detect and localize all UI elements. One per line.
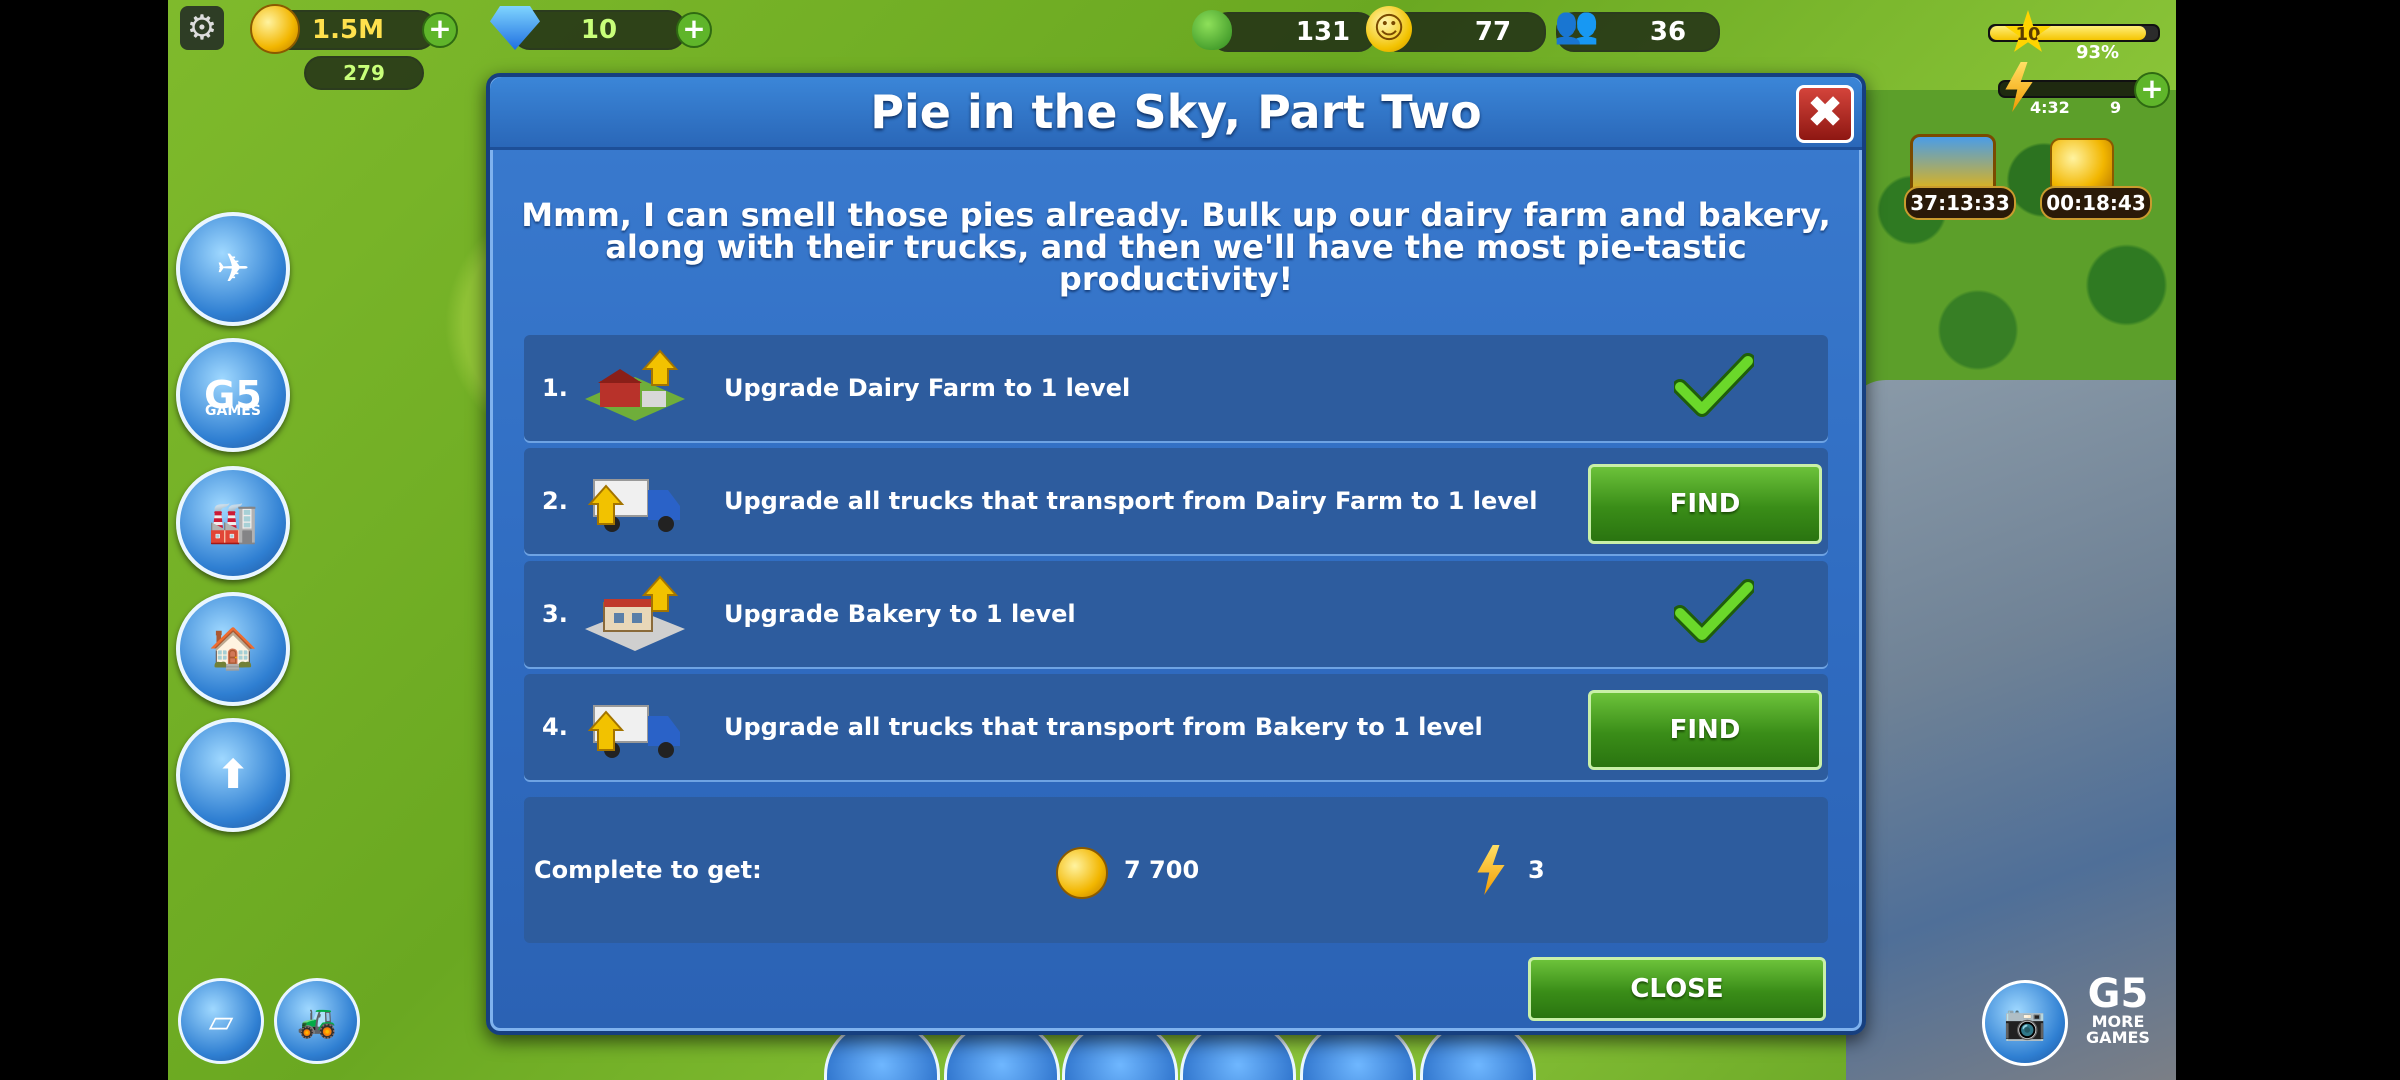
tree-icon: [1192, 10, 1232, 50]
task-number: 4.: [542, 713, 568, 741]
g5-logo-icon: G5: [2087, 971, 2149, 1017]
upgrade-buildings-button[interactable]: 🏠: [176, 592, 290, 706]
task-row: 2. Upgrade all trucks that transport fro…: [524, 448, 1828, 554]
task-number: 3.: [542, 600, 568, 628]
cash-value: 279: [343, 61, 385, 85]
task-text: Upgrade all trucks that transport from D…: [724, 487, 1538, 515]
close-x-button[interactable]: ✖: [1796, 85, 1854, 143]
task-row: 4. Upgrade all trucks that transport fro…: [524, 674, 1828, 780]
truck-upgrade-icon: [587, 479, 680, 532]
xp-percent: 93%: [2076, 42, 2120, 63]
energy-value: 9: [2110, 98, 2122, 117]
coin-icon: [1056, 847, 1108, 899]
find-button[interactable]: FIND: [1588, 464, 1822, 544]
forest-area: [1846, 90, 2176, 390]
task-number: 2.: [542, 487, 568, 515]
add-coins-button[interactable]: +: [422, 12, 458, 48]
gems-value: 10: [580, 15, 618, 45]
people-icon: 👥: [1554, 5, 1599, 46]
camera-button[interactable]: 📷: [1982, 980, 2068, 1066]
task-text: Upgrade all trucks that transport from B…: [724, 713, 1483, 741]
task-text: Upgrade Bakery to 1 level: [724, 600, 1076, 628]
upgrade-industry-button[interactable]: ⬆: [176, 718, 290, 832]
find-button[interactable]: FIND: [1588, 690, 1822, 770]
g5-games-button[interactable]: G5 GAMES: [176, 338, 290, 452]
dairy-farm-upgrade-icon: [585, 349, 685, 421]
checkmark-icon: [1674, 579, 1754, 643]
checkmark-icon: [1674, 353, 1754, 417]
more-games-button[interactable]: G5 MORE GAMES: [2068, 974, 2168, 1046]
bulldozer-button[interactable]: 🚜: [274, 978, 360, 1064]
g5-games-label: GAMES: [205, 403, 261, 419]
happiness-value: 77: [1474, 17, 1512, 47]
energy-timer: 4:32: [2030, 98, 2070, 117]
energy-bolt-icon: [1477, 845, 1505, 895]
cash-counter: 279: [304, 56, 424, 90]
factory-button[interactable]: 🏭: [176, 466, 290, 580]
reward-panel: Complete to get: 7 700 3: [524, 797, 1828, 943]
gems-counter: 10: [512, 10, 686, 50]
environment-counter: 131: [1210, 12, 1376, 52]
gold-timer: 00:18:43: [2040, 186, 2152, 220]
add-energy-button[interactable]: +: [2134, 72, 2170, 108]
settings-gear-icon[interactable]: ⚙: [180, 6, 224, 50]
reward-coins-value: 7 700: [1124, 856, 1200, 884]
chest-timer: 37:13:33: [1904, 186, 2016, 220]
task-text: Upgrade Dairy Farm to 1 level: [724, 374, 1131, 402]
smile-icon: ☺: [1366, 6, 1412, 52]
dialog-intro-text: Mmm, I can smell those pies already. Bul…: [521, 196, 1831, 298]
coins-value: 1.5M: [312, 15, 384, 45]
task-row: 3. Upgrade Bakery to 1 level: [524, 561, 1828, 667]
reward-energy-value: 3: [1528, 856, 1545, 884]
dialog-title: Pie in the Sky, Part Two: [490, 77, 1862, 150]
bakery-upgrade-icon: [585, 575, 685, 651]
truck-upgrade-icon: [587, 705, 680, 758]
add-gems-button[interactable]: +: [676, 12, 712, 48]
population-value: 36: [1649, 17, 1687, 47]
more-games-label: MORE GAMES: [2086, 1012, 2150, 1047]
task-number: 1.: [542, 374, 568, 402]
airport-button[interactable]: ✈: [176, 212, 290, 326]
reward-label: Complete to get:: [534, 856, 762, 884]
road-build-button[interactable]: ▱: [178, 978, 264, 1064]
environment-value: 131: [1295, 17, 1351, 47]
close-button[interactable]: CLOSE: [1528, 957, 1826, 1021]
task-row: 1. Upgrade Dairy Farm to 1 level: [524, 335, 1828, 441]
quest-dialog: Pie in the Sky, Part Two ✖ Mmm, I can sm…: [486, 73, 1866, 1035]
level-value: 10: [2015, 24, 2041, 45]
coin-icon: [250, 4, 300, 54]
